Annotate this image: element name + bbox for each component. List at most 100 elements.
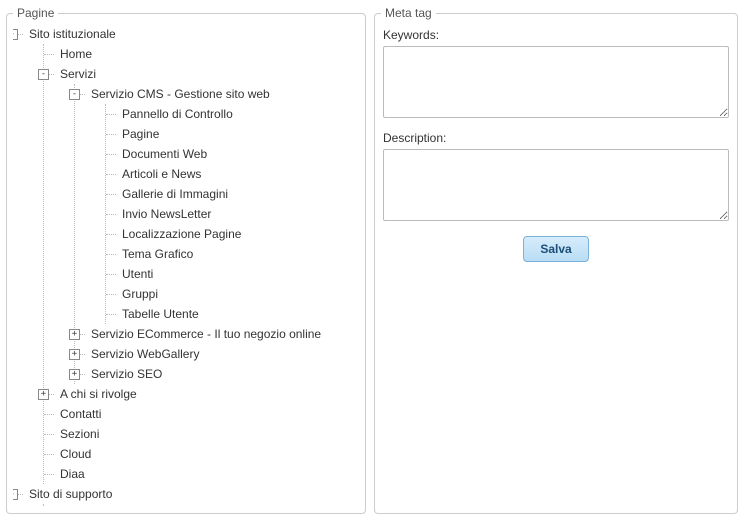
keywords-input[interactable]	[383, 46, 729, 118]
tree-node-label[interactable]: Documenti Web	[122, 144, 207, 164]
tree-children: HomeHelp	[43, 504, 355, 507]
tree-node: Contatti	[44, 404, 355, 424]
meta-panel-title: Meta tag	[381, 6, 436, 20]
tree-node: -Sito istituzionaleHome-Servizi-Servizio…	[13, 24, 355, 484]
tree-node: Cloud	[44, 444, 355, 464]
tree-row[interactable]: Documenti Web	[122, 144, 207, 164]
tree-node-label[interactable]: Cloud	[60, 444, 91, 464]
collapse-icon[interactable]: -	[38, 69, 49, 80]
tree-node: Pannello di Controllo	[106, 104, 355, 124]
tree-row[interactable]: Tabelle Utente	[122, 304, 199, 324]
tree-node-label[interactable]: Gallerie di Immagini	[122, 184, 228, 204]
tree-scroll-area[interactable]: -Sito istituzionaleHome-Servizi-Servizio…	[13, 24, 359, 507]
description-row: Description:	[383, 131, 729, 224]
tree-node: Gruppi	[106, 284, 355, 304]
tree-node-label[interactable]: Sito istituzionale	[29, 24, 116, 44]
collapse-icon[interactable]: -	[69, 89, 80, 100]
tree-node: Gallerie di Immagini	[106, 184, 355, 204]
expand-icon[interactable]: +	[69, 349, 80, 360]
tree-node-label[interactable]: Servizio WebGallery	[91, 344, 199, 364]
tree-node-label[interactable]: Servizi	[60, 64, 96, 84]
tree-node: +A chi si rivolge	[44, 384, 355, 404]
tree-row[interactable]: Contatti	[60, 404, 101, 424]
tree-row[interactable]: Gallerie di Immagini	[122, 184, 228, 204]
collapse-icon[interactable]: -	[13, 29, 18, 40]
tree-row[interactable]: Tema Grafico	[122, 244, 193, 264]
tree-node: - Servizi-Servizio CMS - Gestione sito we…	[44, 64, 355, 384]
tree-node-label[interactable]: Diaa	[60, 464, 85, 484]
tree-node-label[interactable]: Home	[60, 504, 92, 507]
tree-row[interactable]: Diaa	[60, 464, 85, 484]
tree-node-label[interactable]: Invio NewsLetter	[122, 204, 211, 224]
tree-children: Home - Servizi-Servizio CMS - Gestione sit…	[43, 44, 355, 484]
tree-children: -Servizio CMS - Gestione sito webPannell…	[74, 84, 355, 384]
tree-row[interactable]: Cloud	[60, 444, 91, 464]
tree-children: Pannello di ControlloPagineDocumenti Web…	[105, 104, 355, 324]
tree-node: -Sito di supportoHomeHelp	[13, 484, 355, 507]
pages-panel: Pagine -Sito istituzionaleHome-Servizi-S…	[6, 6, 366, 514]
tree-node: Articoli e News	[106, 164, 355, 184]
tree-row[interactable]: A chi si rivolge	[60, 384, 137, 404]
tree-node-label[interactable]: Tabelle Utente	[122, 304, 199, 324]
tree-node-label[interactable]: A chi si rivolge	[60, 384, 137, 404]
collapse-icon[interactable]: -	[13, 489, 18, 500]
page-tree: -Sito istituzionaleHome-Servizi-Servizio…	[13, 24, 355, 507]
tree-node-label[interactable]: Contatti	[60, 404, 101, 424]
tree-row[interactable]: Home	[60, 504, 92, 507]
tree-node-label[interactable]: Pagine	[122, 124, 159, 144]
tree-node-label[interactable]: Sito di supporto	[29, 484, 112, 504]
tree-node-label[interactable]: Sezioni	[60, 424, 99, 444]
keywords-label: Keywords:	[383, 28, 729, 42]
tree-row[interactable]: Pannello di Controllo	[122, 104, 233, 124]
tree-node: Tema Grafico	[106, 244, 355, 264]
tree-row[interactable]: Sito istituzionale	[29, 24, 116, 44]
tree-node-label[interactable]: Servizio ECommerce - Il tuo negozio onli…	[91, 324, 321, 344]
tree-node: Localizzazione Pagine	[106, 224, 355, 244]
expand-icon[interactable]: +	[38, 389, 49, 400]
tree-row[interactable]: Servizio SEO	[91, 364, 162, 384]
expand-icon[interactable]: +	[69, 329, 80, 340]
tree-row[interactable]: Servizio CMS - Gestione sito web	[91, 84, 270, 104]
tree-row[interactable]: Utenti	[122, 264, 153, 284]
tree-row[interactable]: Articoli e News	[122, 164, 201, 184]
tree-row[interactable]: Sezioni	[60, 424, 99, 444]
tree-row[interactable]: Sito di supporto	[29, 484, 112, 504]
description-label: Description:	[383, 131, 729, 145]
tree-node: Diaa	[44, 464, 355, 484]
tree-node-label[interactable]: Articoli e News	[122, 164, 201, 184]
tree-node: Pagine	[106, 124, 355, 144]
tree-row[interactable]: Invio NewsLetter	[122, 204, 211, 224]
tree-node: Documenti Web	[106, 144, 355, 164]
tree-node-label[interactable]: Servizio CMS - Gestione sito web	[91, 84, 270, 104]
expand-icon[interactable]: +	[69, 369, 80, 380]
tree-node: Home	[44, 504, 355, 507]
tree-row[interactable]: Servizio WebGallery	[91, 344, 199, 364]
tree-row[interactable]: Servizio ECommerce - Il tuo negozio onli…	[91, 324, 321, 344]
keywords-row: Keywords:	[383, 28, 729, 121]
tree-node-label[interactable]: Tema Grafico	[122, 244, 193, 264]
tree-node-label[interactable]: Gruppi	[122, 284, 158, 304]
tree-node: Invio NewsLetter	[106, 204, 355, 224]
tree-node: +Servizio ECommerce - Il tuo negozio onl…	[75, 324, 355, 344]
tree-row[interactable]: Localizzazione Pagine	[122, 224, 241, 244]
description-input[interactable]	[383, 149, 729, 221]
tree-node: +Servizio WebGallery	[75, 344, 355, 364]
tree-node: -Servizio CMS - Gestione sito webPannell…	[75, 84, 355, 324]
tree-node: Utenti	[106, 264, 355, 284]
tree-node-label[interactable]: Localizzazione Pagine	[122, 224, 241, 244]
tree-row[interactable]: Gruppi	[122, 284, 158, 304]
tree-row[interactable]: Servizi	[60, 64, 96, 84]
tree-node: +Servizio SEO	[75, 364, 355, 384]
tree-node-label[interactable]: Pannello di Controllo	[122, 104, 233, 124]
button-bar: Salva	[381, 236, 731, 262]
save-button[interactable]: Salva	[523, 236, 588, 262]
tree-node-label[interactable]: Home	[60, 44, 92, 64]
tree-node: Sezioni	[44, 424, 355, 444]
tree-node-label[interactable]: Servizio SEO	[91, 364, 162, 384]
main-layout: Pagine -Sito istituzionaleHome-Servizi-S…	[6, 6, 738, 514]
tree-row[interactable]: Pagine	[122, 124, 159, 144]
tree-node-label[interactable]: Utenti	[122, 264, 153, 284]
pages-panel-title: Pagine	[13, 6, 58, 20]
meta-panel: Meta tag Keywords: Description: Salva	[374, 6, 738, 514]
tree-row[interactable]: Home	[60, 44, 92, 64]
